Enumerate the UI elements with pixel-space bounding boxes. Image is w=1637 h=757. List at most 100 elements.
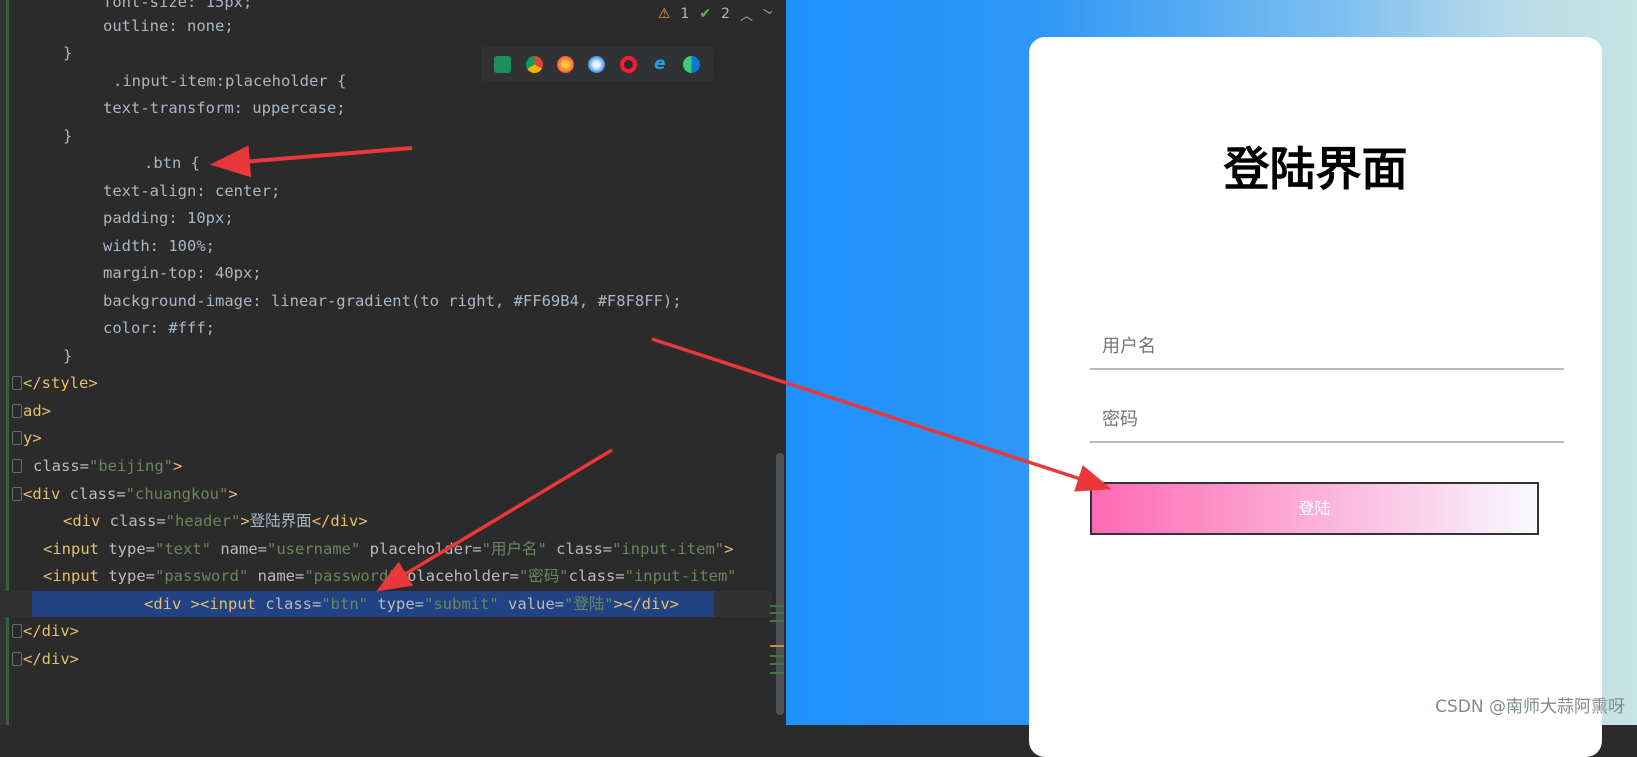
inspection-widget[interactable]: ⚠ 1 ✔ 2 ︿ ﹀ (658, 4, 776, 24)
code-token: font-size: 15px; (103, 0, 253, 11)
code-line[interactable]: } (63, 40, 72, 66)
code-token: class= (568, 567, 625, 585)
watermark: CSDN @南师大蒜阿熏呀 (1435, 697, 1625, 717)
code-line[interactable]: text-align: center; (103, 178, 280, 204)
code-line[interactable]: margin-top: 40px; (103, 260, 262, 286)
code-line[interactable]: } (63, 123, 72, 149)
code-token: value= (508, 595, 564, 613)
code-token: > (173, 457, 183, 475)
chevron-up-icon[interactable]: ︿ (740, 5, 753, 24)
code-line[interactable]: text-transform: uppercase; (103, 95, 346, 121)
browser-preview: 登陆界面 登陆 CSDN @南师大蒜阿熏呀 (786, 0, 1637, 757)
code-token: y> (23, 429, 42, 447)
ie-icon[interactable]: e (651, 55, 668, 73)
code-token: "password" (155, 567, 258, 585)
fold-marker[interactable] (12, 459, 22, 473)
edge-icon[interactable] (682, 55, 700, 73)
chrome-icon[interactable] (525, 55, 543, 73)
scrollbar-thumb[interactable] (776, 453, 784, 715)
code-token: .btn { (144, 154, 200, 172)
code-editor[interactable]: font-size: 15px; outline: none;} .input-it… (0, 0, 786, 725)
fold-marker[interactable] (12, 376, 22, 390)
login-button[interactable]: 登陆 (1090, 482, 1539, 535)
diff-mark (770, 620, 784, 622)
code-line[interactable]: } (63, 343, 72, 369)
code-token: outline: none; (103, 17, 234, 35)
pycharm-icon[interactable] (494, 55, 512, 73)
code-token: > (240, 512, 250, 530)
code-token: width: 100%; (103, 237, 215, 255)
code-line[interactable]: class="beijing"> (33, 453, 182, 479)
code-token: "密码" (518, 567, 569, 585)
code-line[interactable]: </style> (23, 370, 98, 396)
diff-mark (770, 605, 784, 607)
ok-count: 2 (721, 6, 730, 22)
code-token: </style> (23, 374, 98, 392)
code-token: } (63, 347, 73, 365)
code-token: <div ><input (144, 595, 266, 613)
fold-marker[interactable] (12, 624, 22, 638)
code-line[interactable]: .input-item:placeholder { (113, 68, 346, 94)
code-token: placeholder= (369, 540, 482, 558)
diff-mark (770, 663, 784, 665)
code-token: name= (220, 540, 267, 558)
warning-count: 1 (680, 6, 690, 22)
diff-mark (770, 672, 784, 674)
login-title: 登陆界面 (1223, 142, 1408, 196)
code-line[interactable]: outline: none; (103, 13, 234, 39)
code-token: <div (23, 485, 70, 503)
code-line[interactable]: color: #fff; (103, 315, 215, 341)
warning-mark (770, 645, 784, 647)
code-line[interactable]: <div ><input class="btn" type="submit" v… (144, 591, 679, 617)
code-line[interactable]: </div> (23, 618, 79, 644)
code-line[interactable]: ad> (23, 398, 51, 424)
code-token: "input-item" (612, 540, 725, 558)
code-line[interactable]: <div class="header">登陆界面</div> (63, 508, 368, 534)
password-input[interactable] (1090, 397, 1564, 443)
code-token: .input-item:placeholder { (113, 72, 347, 90)
code-line[interactable]: width: 100%; (103, 233, 215, 259)
code-token: </div> (23, 622, 79, 640)
code-token: </div> (23, 650, 79, 668)
code-token: class= (109, 512, 166, 530)
code-token: > (228, 485, 238, 503)
code-token: "submit" (424, 595, 508, 613)
code-line[interactable]: <div class="chuangkou"> (23, 481, 238, 507)
code-token: text-align: center; (103, 182, 281, 200)
opera-icon[interactable] (619, 55, 637, 73)
code-token: padding: 10px; (103, 209, 234, 227)
code-token: type= (377, 595, 424, 613)
safari-icon[interactable] (588, 55, 606, 73)
code-token: "登陆" (564, 595, 614, 613)
code-token: class= (33, 457, 89, 475)
code-token: </div> (311, 512, 368, 530)
code-token: name= (257, 567, 305, 585)
code-token: type= (108, 567, 155, 585)
fold-marker[interactable] (12, 487, 22, 501)
fold-marker[interactable] (12, 404, 22, 418)
code-token: "btn" (321, 595, 378, 613)
code-token: <input (43, 540, 109, 558)
code-token: > (724, 540, 734, 558)
code-line[interactable]: padding: 10px; (103, 205, 234, 231)
code-line[interactable]: background-image: linear-gradient(to rig… (103, 288, 682, 314)
code-token: class= (265, 595, 322, 613)
fold-marker[interactable] (12, 652, 22, 666)
firefox-icon[interactable] (557, 55, 575, 73)
fold-marker[interactable] (12, 431, 22, 445)
check-icon: ✔ (699, 6, 712, 22)
code-token: ></div> (613, 595, 679, 613)
code-line[interactable]: <input type="text" name="username" place… (43, 536, 733, 562)
code-token: class= (556, 540, 613, 558)
code-line[interactable]: .btn { (144, 150, 200, 176)
code-token: "text" (155, 540, 221, 558)
code-token: placeholder= (406, 567, 519, 585)
code-line[interactable]: </div> (23, 646, 79, 672)
code-token: "input-item" (624, 567, 737, 585)
browser-preview-bar[interactable]: e (481, 47, 713, 81)
code-line[interactable]: <input type="password" name="password" p… (43, 563, 737, 589)
code-token: } (63, 127, 73, 145)
username-input[interactable] (1090, 324, 1564, 370)
code-token: 登陆界面 (249, 512, 312, 530)
code-line[interactable]: y> (23, 425, 42, 451)
